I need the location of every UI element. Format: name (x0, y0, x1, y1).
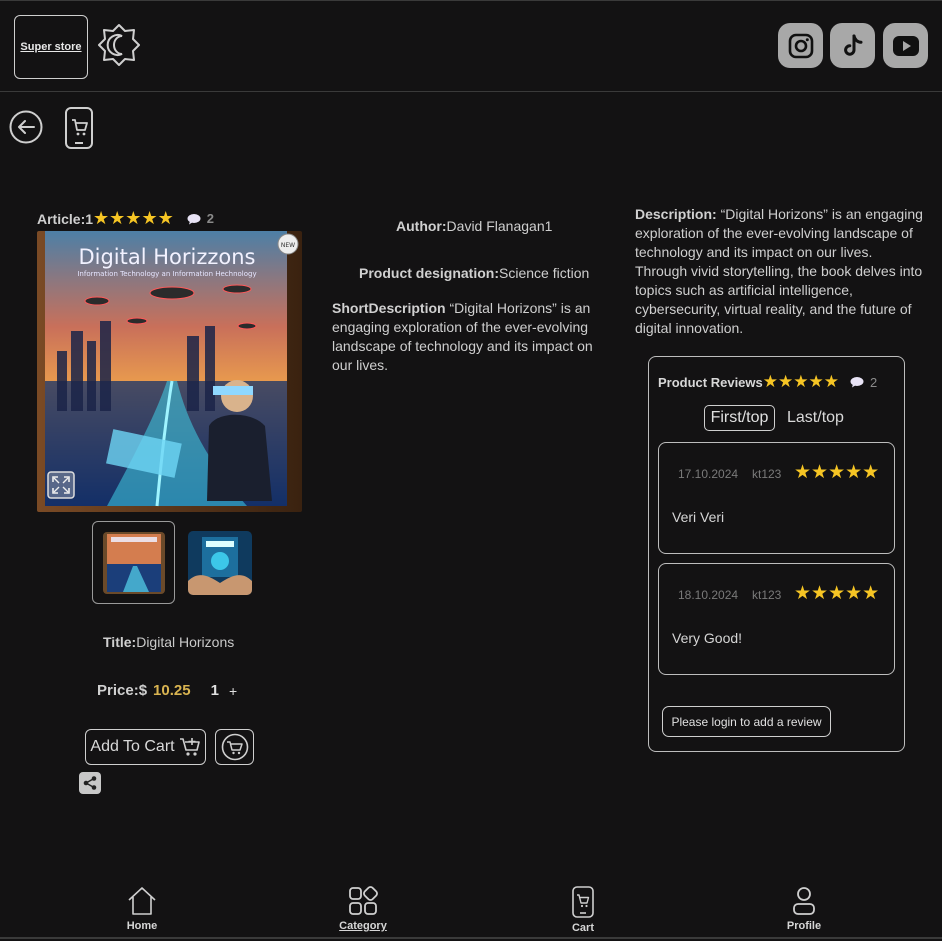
review-date: 17.10.2024 (678, 467, 739, 481)
review-text: Very Good! (672, 630, 743, 646)
phone-cart-icon[interactable] (64, 107, 94, 149)
phone-cart-icon (572, 886, 594, 918)
review-card: 18.10.2024 kt123 ★★★★★ Very Good! (658, 563, 895, 675)
share-icon[interactable] (79, 772, 101, 794)
author-line: Author:David Flanagan1 (396, 218, 552, 234)
store-logo-link[interactable]: Super store (14, 15, 88, 79)
back-arrow-icon[interactable] (9, 110, 43, 144)
article-rating-row: Article: 1 ★★★★★ 2 (37, 208, 214, 229)
top-header: Super store (0, 0, 942, 92)
nav-profile-label: Profile (786, 920, 822, 932)
rating-stars: ★★★★★ (93, 208, 174, 228)
short-description-label: ShortDescription (332, 300, 446, 316)
add-to-cart-button[interactable]: Add To Cart (85, 729, 206, 765)
quantity-value: 1 (210, 682, 219, 699)
designation-label: Product designation: (359, 265, 499, 281)
reviews-header: Product Reviews ★★★★★ 2 (658, 372, 877, 392)
thumbnail-2[interactable] (188, 531, 252, 595)
comment-bubble-icon (187, 213, 201, 224)
review-user: kt123 (752, 467, 782, 481)
price-value: 10.25 (153, 682, 191, 699)
review-date: 18.10.2024 (678, 588, 739, 602)
review-card: 17.10.2024 kt123 ★★★★★ Veri Veri (658, 442, 895, 554)
description-label: Description: (635, 206, 717, 222)
reviews-count: 2 (869, 374, 878, 390)
product-cover-image[interactable]: Digital Horizzons Information Technology… (37, 231, 302, 512)
price-row: Price:$ 10.25 1 + (97, 682, 237, 699)
author-label: Author: (396, 218, 447, 234)
reviews-heading: Product Reviews (658, 374, 763, 390)
login-to-review-button[interactable]: Please login to add a review (662, 706, 831, 737)
cover-badge: NEW (281, 242, 295, 249)
bottom-navigation: Home Category Cart Profile (0, 872, 942, 941)
tiktok-icon[interactable] (830, 23, 875, 68)
quantity-plus-button[interactable]: + (229, 683, 237, 699)
nav-category-label: Category (339, 920, 387, 932)
reviews-stars: ★★★★★ (762, 372, 839, 391)
review-text: Veri Veri (672, 509, 725, 525)
nav-cart[interactable]: Cart (543, 886, 623, 934)
description: Description: “Digital Horizons” is an en… (635, 205, 925, 338)
description-text: “Digital Horizons” is an engaging explor… (635, 206, 923, 336)
youtube-icon[interactable] (883, 23, 928, 68)
comment-count[interactable]: 2 (180, 211, 214, 226)
comment-bubble-icon (850, 377, 864, 388)
author-value: David Flanagan1 (446, 218, 553, 234)
price-label: Price:$ (97, 682, 148, 699)
designation-line: Product designation:Science fiction (359, 265, 589, 281)
bottom-divider (0, 937, 942, 939)
category-grid-icon (349, 886, 378, 915)
quick-buy-cart-icon[interactable] (215, 729, 254, 765)
review-stars: ★★★★★ (794, 462, 880, 483)
nav-category[interactable]: Category (323, 886, 403, 932)
cart-plus-icon (179, 738, 200, 756)
title-label: Title: (103, 634, 137, 650)
thumbnail-1[interactable] (92, 521, 175, 604)
review-user: kt123 (752, 588, 782, 602)
article-label: Article: (37, 210, 86, 227)
fullscreen-icon[interactable] (47, 471, 75, 499)
add-to-cart-label: Add To Cart (90, 738, 175, 755)
cover-subtitle: Information Technology an Information He… (77, 270, 256, 278)
instagram-icon[interactable] (778, 23, 823, 68)
user-icon (793, 887, 815, 915)
product-reviews-panel: Product Reviews ★★★★★ 2 First/top Last/t… (648, 356, 905, 752)
review-stars: ★★★★★ (794, 583, 880, 604)
title-value: Digital Horizons (136, 634, 235, 650)
nav-home-label: Home (126, 920, 158, 932)
nav-cart-label: Cart (571, 922, 594, 934)
comment-count-value: 2 (206, 211, 214, 226)
product-title: Title:Digital Horizons (103, 634, 234, 650)
designation-value: Science fiction (499, 265, 590, 281)
nav-profile[interactable]: Profile (764, 886, 844, 932)
short-description: ShortDescription “Digital Horizons” is a… (332, 299, 604, 375)
sort-first-top-button[interactable]: First/top (704, 405, 775, 431)
home-icon (128, 887, 156, 915)
nav-home[interactable]: Home (102, 886, 182, 932)
theme-toggle-moon-icon[interactable] (97, 23, 141, 67)
sort-last-top-button[interactable]: Last/top (787, 409, 844, 427)
article-value: 1 (85, 210, 94, 227)
cover-title: Digital Horizzons (78, 245, 255, 269)
